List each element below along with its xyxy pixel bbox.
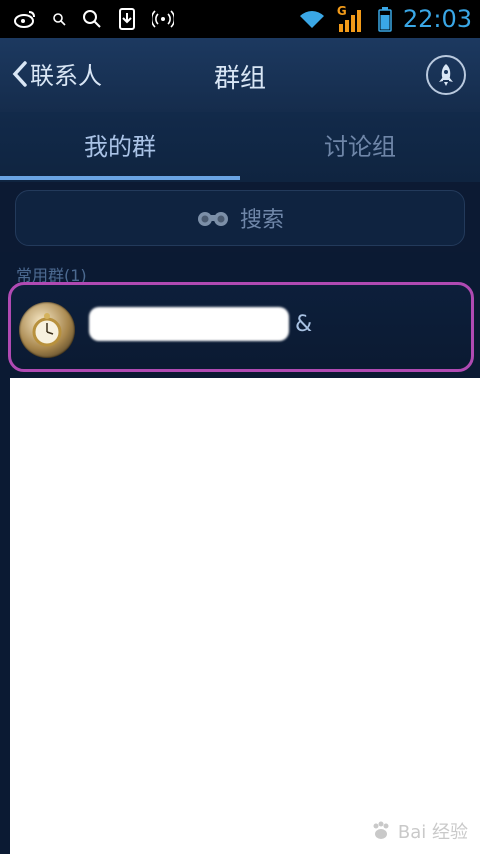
status-time: 22:03 bbox=[402, 5, 472, 33]
status-left bbox=[14, 8, 174, 30]
group-list-item[interactable]: & bbox=[8, 282, 474, 372]
status-bar: G 22:03 bbox=[0, 0, 480, 38]
rocket-button[interactable] bbox=[426, 55, 466, 95]
group-avatar bbox=[19, 302, 75, 358]
group-name: & bbox=[89, 307, 312, 341]
binoculars-icon bbox=[196, 208, 230, 228]
wifi-icon bbox=[297, 8, 327, 30]
watermark: Bai 经验 bbox=[370, 818, 468, 844]
wifi-antenna-icon bbox=[152, 9, 174, 29]
signal-network-label: G bbox=[336, 4, 347, 18]
signal-icon: G bbox=[336, 4, 367, 32]
battery-icon bbox=[377, 6, 393, 32]
rocket-icon bbox=[435, 63, 457, 87]
blank-content-area bbox=[10, 378, 480, 854]
app-header: 联系人 群组 bbox=[0, 38, 480, 113]
tab-discussion-groups[interactable]: 讨论组 bbox=[240, 112, 480, 182]
weibo-icon bbox=[14, 10, 36, 28]
paw-icon bbox=[370, 820, 392, 842]
search-icon bbox=[82, 9, 102, 29]
search-button[interactable]: 搜索 bbox=[15, 190, 465, 246]
status-right: G 22:03 bbox=[297, 4, 472, 34]
active-tab-indicator bbox=[0, 176, 240, 180]
search-small-icon bbox=[52, 12, 66, 26]
tab-my-groups[interactable]: 我的群 bbox=[0, 112, 240, 182]
page-title: 群组 bbox=[213, 64, 266, 94]
pocket-watch-icon bbox=[32, 313, 62, 347]
watermark-text: Bai 经验 bbox=[397, 822, 468, 843]
search-label: 搜索 bbox=[239, 208, 284, 233]
download-icon bbox=[118, 8, 136, 30]
redacted-name bbox=[89, 307, 289, 341]
group-name-suffix: & bbox=[295, 311, 313, 337]
search-area: 搜索 bbox=[0, 182, 480, 252]
tab-bar: 我的群 讨论组 bbox=[0, 112, 480, 183]
